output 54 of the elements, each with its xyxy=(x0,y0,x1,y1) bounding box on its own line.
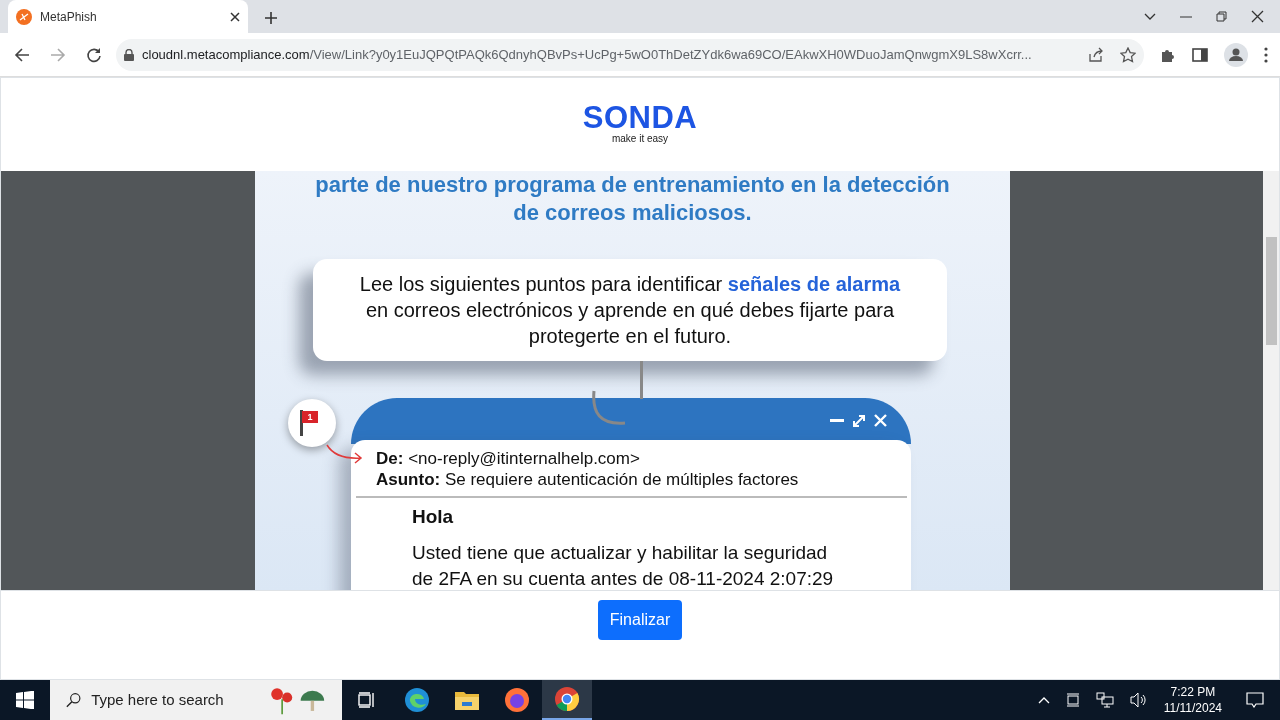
task-view-icon[interactable] xyxy=(358,692,376,708)
forward-arrow-icon xyxy=(50,47,66,64)
search-field[interactable]: Type here to search xyxy=(89,687,260,713)
search-icon xyxy=(66,691,82,709)
volume-icon[interactable] xyxy=(1129,692,1148,708)
header-line: De: <no-reply@itinternalhelp.com> xyxy=(376,447,641,469)
network-icon[interactable] xyxy=(1095,692,1114,708)
tab-search-icon[interactable] xyxy=(1144,12,1156,21)
taskbar-search-box[interactable]: Type here to search xyxy=(50,680,342,720)
minimize-icon xyxy=(830,419,844,423)
restore-icon[interactable] xyxy=(1216,11,1227,22)
address-bar[interactable]: cloudnl.metacompliance.com/View/Link?y0y1EuJQPQtPAQk6QdnyhQBvPs+UcPg+5wO0ThDetZYdk6wa69CO/EAkwXH0WDuoJamQnwgmX9LS8wXcrr... xyxy=(116,38,1144,71)
windows-start-icon[interactable] xyxy=(16,691,34,709)
url-host: cloudnl.metacompliance.com xyxy=(142,46,310,62)
chevron-up-icon[interactable] xyxy=(1037,696,1050,704)
logo-tagline: make it easy xyxy=(611,133,669,146)
heading: parte de nuestro programa de entrenamiento en la detección de correos maliciosos. xyxy=(314,170,951,227)
new-tab-icon[interactable] xyxy=(264,11,278,25)
firefox-icon[interactable] xyxy=(504,687,530,713)
clock-date: 11/11/2024 xyxy=(1163,700,1222,716)
side-panel-icon[interactable] xyxy=(1192,46,1208,63)
finish-button[interactable]: Finalizar xyxy=(597,600,683,641)
site-icon xyxy=(16,8,32,25)
close-icon[interactable] xyxy=(1251,10,1264,23)
tab-title: MetaPhish xyxy=(40,8,98,26)
flag-number: 1 xyxy=(302,410,318,423)
url-path: /View/Link?y0y1EuJQPQtPAQk6QdnyhQBvPs+UcPg+5wO0ThDetZYdk6wa69CO/EAkwXH0WDuoJamQnwgmX9LS8wXcrr... xyxy=(309,46,1032,62)
minimize-icon[interactable] xyxy=(1180,15,1192,18)
folder-icon[interactable] xyxy=(455,690,479,710)
camera-icon[interactable] xyxy=(1065,692,1080,708)
edge-icon[interactable] xyxy=(404,687,430,713)
email-body: Usted tiene que actualizar y habilitar la seguridad de 2FA en su cuenta antes de 08-11-2024 2:07:29 xyxy=(412,540,835,591)
header-line: Asunto: Se requiere autenticación de múltiples factores xyxy=(376,468,800,490)
notification-icon[interactable] xyxy=(1246,692,1264,708)
browser-tab[interactable]: MetaPhish xyxy=(8,0,248,33)
menu-icon[interactable] xyxy=(1264,46,1268,63)
scrollbar[interactable] xyxy=(1263,170,1279,591)
expand-icon xyxy=(852,413,866,428)
hook-drawing xyxy=(591,388,627,427)
logo-text: SONDA xyxy=(582,103,698,134)
close-icon[interactable] xyxy=(230,11,240,22)
back-arrow-icon xyxy=(14,47,30,64)
arrow-drawing xyxy=(325,442,365,465)
share-icon[interactable] xyxy=(1088,46,1104,63)
intro-text: Lee los siguientes puntos para identificar señales de alarma en correos electrónicos y aprende en qué debes fijarte para protegerte en el futuro. xyxy=(313,258,947,361)
clock-time: 7:22 PM xyxy=(1169,684,1217,700)
chrome-icon[interactable] xyxy=(554,686,580,712)
profile-icon[interactable] xyxy=(1224,42,1248,67)
close-icon xyxy=(874,414,887,428)
star-icon[interactable] xyxy=(1120,46,1136,63)
greeting: Hola xyxy=(412,505,455,528)
reload-icon xyxy=(86,47,102,64)
lock-icon xyxy=(124,48,134,61)
fishing-line xyxy=(640,360,643,399)
